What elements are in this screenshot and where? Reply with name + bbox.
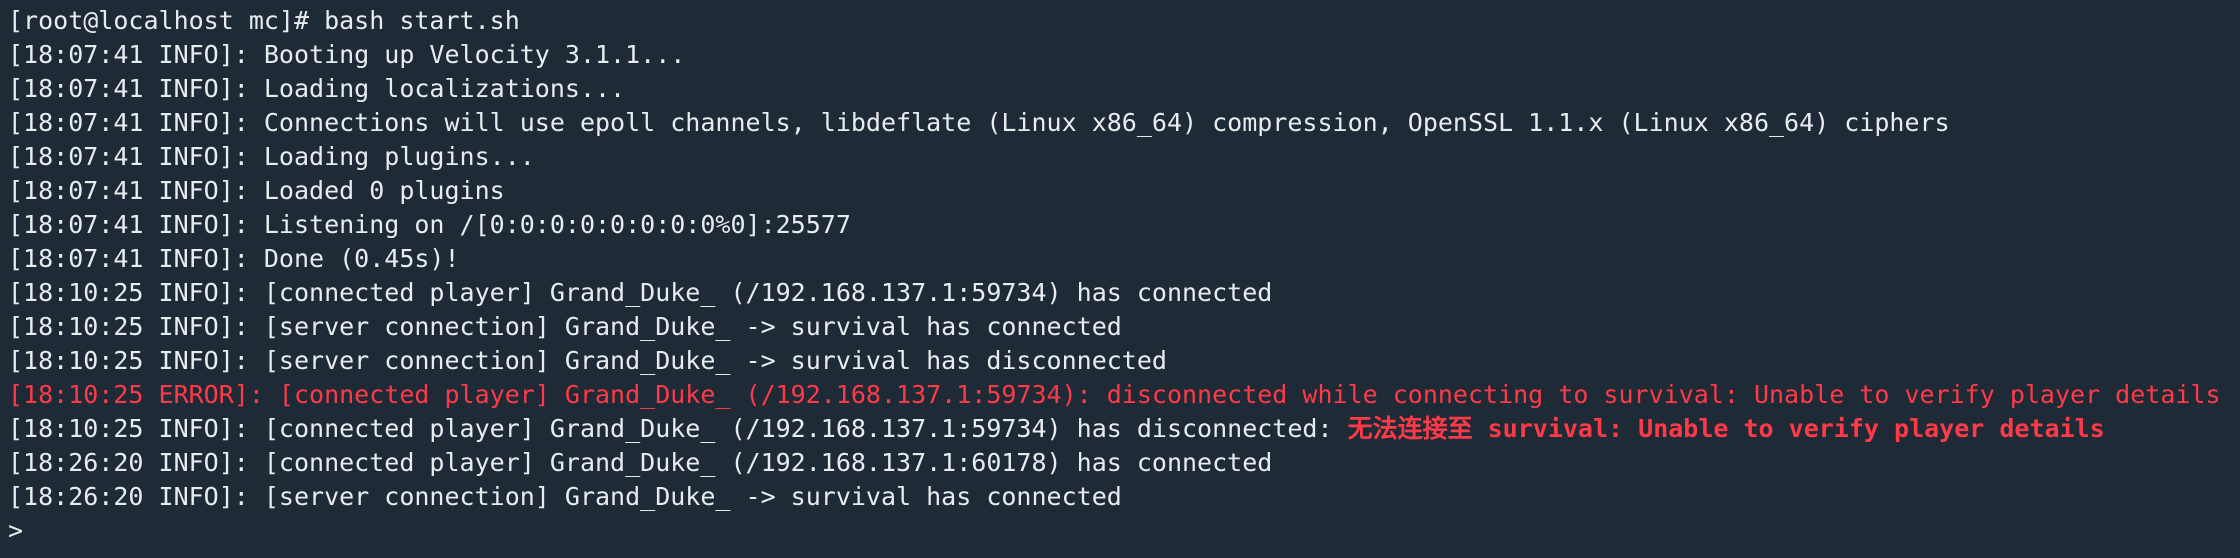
log-line-mixed: [18:10:25 INFO]: [connected player] Gran… xyxy=(8,412,2232,446)
log-line: [18:07:41 INFO]: Loading plugins... xyxy=(8,142,535,171)
input-prompt[interactable]: > xyxy=(8,514,2232,548)
log-line: [18:26:20 INFO]: [connected player] Gran… xyxy=(8,448,1273,477)
log-line: [18:26:20 INFO]: [server connection] Gra… xyxy=(8,482,1122,511)
error-log-line: [18:10:25 ERROR]: [connected player] Gra… xyxy=(8,380,2221,409)
log-line: [18:07:41 INFO]: Booting up Velocity 3.1… xyxy=(8,40,686,69)
log-line: [18:07:41 INFO]: Loaded 0 plugins xyxy=(8,176,505,205)
log-prefix: [18:10:25 INFO]: [connected player] Gran… xyxy=(8,414,1348,443)
log-line: [18:10:25 INFO]: [connected player] Gran… xyxy=(8,278,1273,307)
command-line: [root@localhost mc]# bash start.sh xyxy=(8,6,520,35)
log-line: [18:07:41 INFO]: Listening on /[0:0:0:0:… xyxy=(8,210,851,239)
log-line: [18:07:41 INFO]: Done (0.45s)! xyxy=(8,244,460,273)
prompt-symbol: > xyxy=(8,516,24,545)
log-line: [18:07:41 INFO]: Loading localizations..… xyxy=(8,74,626,103)
log-line: [18:10:25 INFO]: [server connection] Gra… xyxy=(8,346,1167,375)
log-line: [18:10:25 INFO]: [server connection] Gra… xyxy=(8,312,1122,341)
terminal-window[interactable]: [root@localhost mc]# bash start.sh [18:0… xyxy=(0,0,2240,558)
log-line: [18:07:41 INFO]: Connections will use ep… xyxy=(8,108,1950,137)
error-message: 无法连接至 survival: Unable to verify player … xyxy=(1347,414,2105,443)
